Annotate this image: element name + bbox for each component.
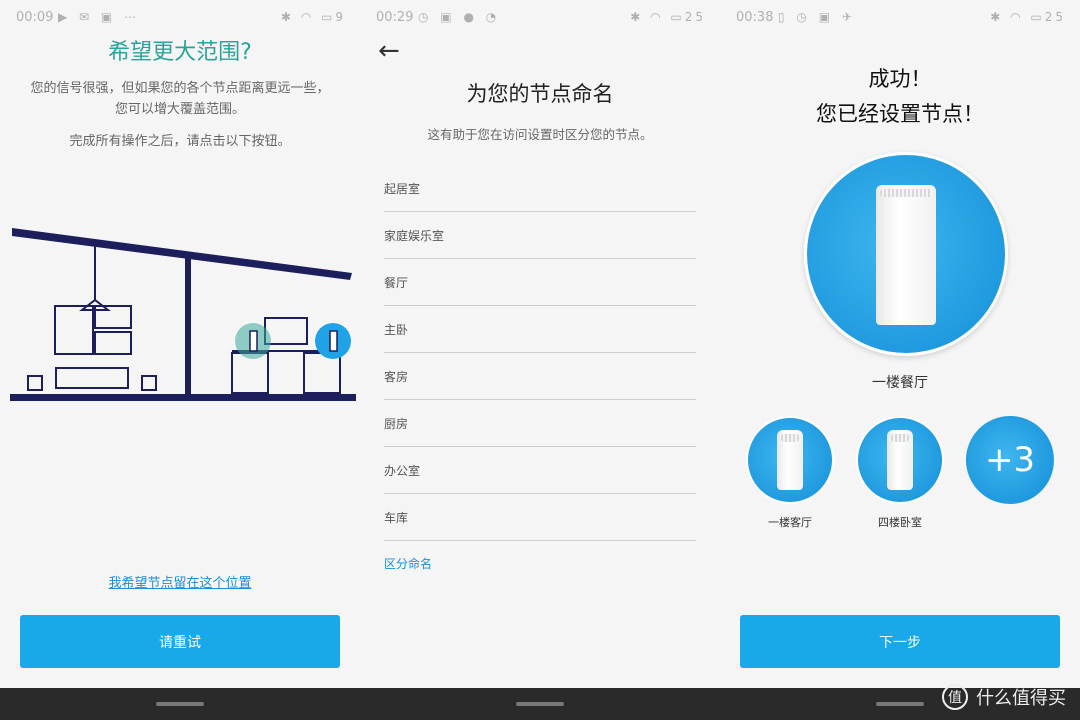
retry-button[interactable]: 请重试 <box>20 615 340 668</box>
node-name: 四楼卧室 <box>878 516 922 529</box>
more-nodes-badge[interactable]: +3 <box>966 416 1054 504</box>
status-bar: 00:09 ▶ ✉ ▣ ⋯ ✱ ◠ ▭9 <box>0 0 360 36</box>
instruction: 完成所有操作之后，请点击以下按钮。 <box>69 134 291 149</box>
battery-level: 9 <box>335 10 346 24</box>
room-option[interactable]: 车库 <box>384 494 696 541</box>
description: 您的信号很强，但如果您的各个节点距离更远一些，您可以增大覆盖范围。 <box>30 81 330 117</box>
node-icon <box>777 430 803 490</box>
status-bar: 00:29 ◷ ▣ ● ◔ ✱ ◠ ▭25 <box>360 0 720 36</box>
node-badge[interactable] <box>746 416 834 504</box>
room-option[interactable]: 客房 <box>384 353 696 400</box>
main-node-badge <box>804 152 1008 356</box>
home-indicator[interactable] <box>156 702 204 706</box>
notification-icons: ◷ ▣ ● ◔ <box>418 10 501 24</box>
home-indicator[interactable] <box>516 702 564 706</box>
room-option[interactable]: 主卧 <box>384 306 696 353</box>
battery-level: 25 <box>1044 10 1066 24</box>
home-indicator[interactable] <box>876 702 924 706</box>
success-line-1: 成功！ <box>868 67 932 91</box>
room-list: 起居室 家庭娱乐室 餐厅 主卧 客房 厨房 办公室 车库 <box>384 165 696 541</box>
status-time: 00:38 <box>736 10 774 25</box>
page-title: 希望更大范围? <box>108 40 252 65</box>
nav-bar <box>0 688 360 720</box>
status-time: 00:09 <box>16 10 54 25</box>
notification-icons: ▶ ✉ ▣ ⋯ <box>58 10 141 24</box>
status-bar: 00:38 ▯ ◷ ▣ ✈ ✱ ◠ ▭25 <box>720 0 1080 36</box>
node-icon <box>876 185 936 325</box>
room-option[interactable]: 办公室 <box>384 447 696 494</box>
node-icon <box>887 430 913 490</box>
coverage-screen: 00:09 ▶ ✉ ▣ ⋯ ✱ ◠ ▭9 希望更大范围? 您的信号很强，但如果您… <box>0 0 360 720</box>
room-option[interactable]: 餐厅 <box>384 259 696 306</box>
name-node-screen: 00:29 ◷ ▣ ● ◔ ✱ ◠ ▭25 ← 为您的节点命名 这有助于您在访问… <box>360 0 720 720</box>
back-arrow-icon[interactable]: ← <box>378 36 400 66</box>
system-icons: ✱ ◠ ▭25 <box>990 10 1066 24</box>
notification-icons: ▯ ◷ ▣ ✈ <box>778 10 856 24</box>
success-title: 成功！ 您已经设置节点！ <box>720 62 1080 132</box>
custom-name-link[interactable]: 区分命名 <box>384 555 432 572</box>
main-node-name: 一楼餐厅 <box>872 375 928 391</box>
system-icons: ✱ ◠ ▭9 <box>280 10 346 24</box>
room-option[interactable]: 家庭娱乐室 <box>384 212 696 259</box>
room-option[interactable]: 厨房 <box>384 400 696 447</box>
watermark: 值 什么值得买 <box>942 684 1066 710</box>
page-title: 为您的节点命名 <box>466 82 614 106</box>
next-button[interactable]: 下一步 <box>740 615 1060 668</box>
watermark-logo-icon: 值 <box>942 684 968 710</box>
keep-position-link[interactable]: 我希望节点留在这个位置 <box>0 572 360 591</box>
status-time: 00:29 <box>376 10 414 25</box>
battery-level: 25 <box>684 10 706 24</box>
node-badge[interactable] <box>856 416 944 504</box>
node-name: 一楼客厅 <box>768 516 812 529</box>
system-icons: ✱ ◠ ▭25 <box>630 10 706 24</box>
watermark-text: 什么值得买 <box>976 688 1066 709</box>
success-screen: 00:38 ▯ ◷ ▣ ✈ ✱ ◠ ▭25 成功！ 您已经设置节点！ 一楼餐厅 … <box>720 0 1080 720</box>
subtitle: 这有助于您在访问设置时区分您的节点。 <box>427 127 653 142</box>
nav-bar <box>360 688 720 720</box>
house-illustration <box>10 228 356 401</box>
room-option[interactable]: 起居室 <box>384 165 696 212</box>
success-line-2: 您已经设置节点！ <box>816 102 984 126</box>
